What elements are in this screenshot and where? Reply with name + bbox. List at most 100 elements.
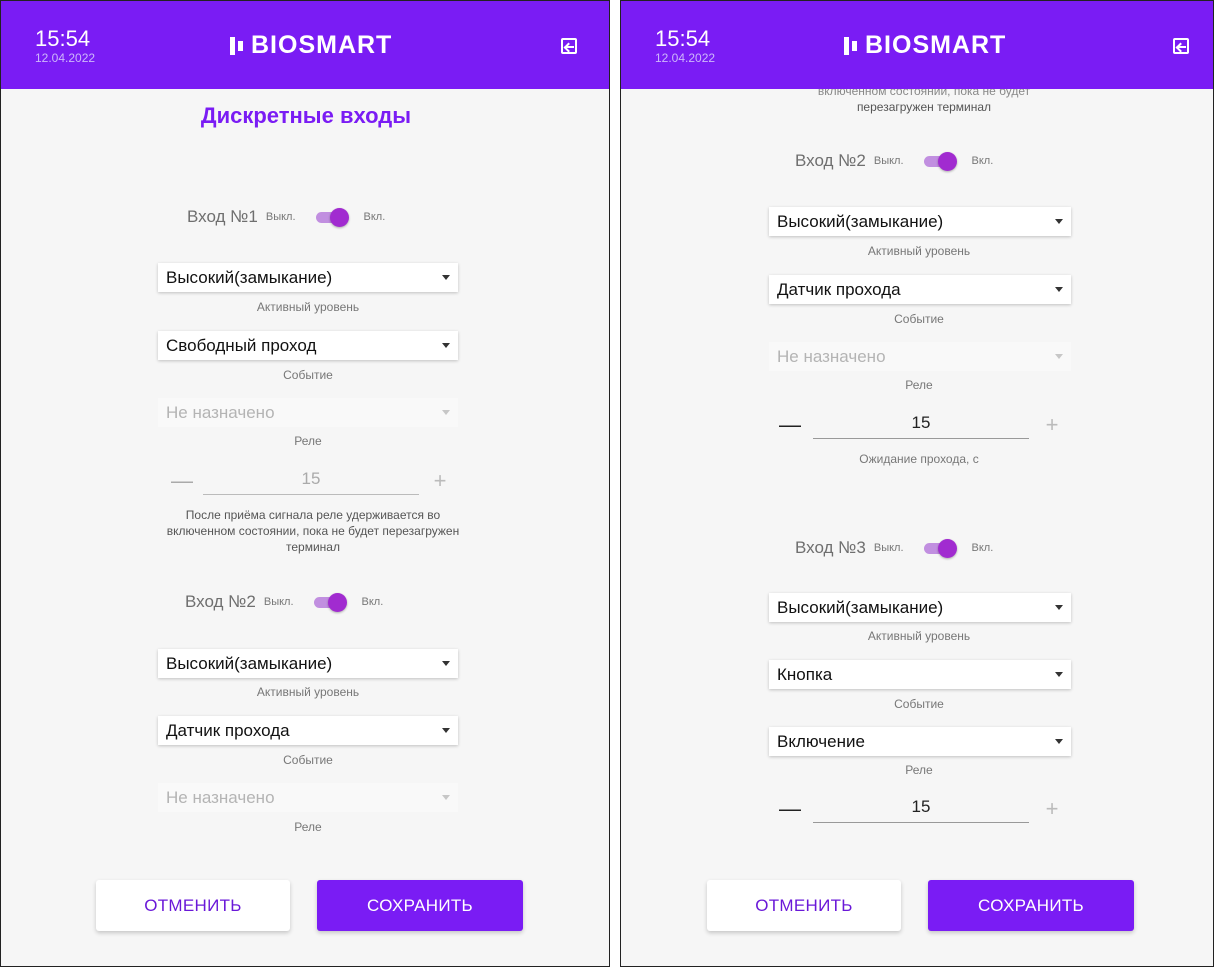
logo-text: BIOSMART bbox=[865, 31, 1007, 59]
input-2-off-label: Выкл. bbox=[873, 155, 904, 167]
input-2-level-caption: Активный уровень bbox=[867, 244, 971, 258]
stepper-minus-button[interactable]: — bbox=[171, 468, 193, 494]
settings-content[interactable]: включенном состоянии, пока не будет пере… bbox=[621, 89, 1213, 949]
input-3-stepper: — 15 + bbox=[779, 795, 1063, 823]
input-2-relay-select[interactable]: Не назначено bbox=[769, 342, 1071, 371]
input-2-event-value: Датчик прохода bbox=[777, 279, 901, 299]
input-2-event-caption: Событие bbox=[894, 312, 944, 326]
input-2-relay-value: Не назначено bbox=[166, 787, 275, 807]
biosmart-logo: BIOSMART bbox=[229, 31, 392, 60]
cancel-button[interactable]: ОТМЕНИТЬ bbox=[707, 880, 901, 931]
stepper-plus-button[interactable]: + bbox=[1041, 412, 1063, 438]
input-2-level-value: Высокий(замыкание) bbox=[166, 653, 333, 673]
screen-right: 15:54 12.04.2022 BIOSMART включенном сос… bbox=[620, 0, 1214, 967]
input-3-label: Вход №3 bbox=[795, 538, 866, 557]
clock: 15:54 12.04.2022 bbox=[35, 26, 96, 66]
page-title: Дискретные входы bbox=[200, 103, 412, 128]
settings-content[interactable]: Дискретные входы Вход №1 Выкл. Вкл. Высо… bbox=[1, 89, 609, 949]
input-2-event-caption: Событие bbox=[283, 753, 333, 767]
stepper-value[interactable]: 15 bbox=[203, 467, 419, 495]
clock-time: 15:54 bbox=[655, 26, 711, 51]
input-2-row: Вход №2 Выкл. Вкл. bbox=[185, 591, 383, 613]
stepper-plus-button[interactable]: + bbox=[1041, 796, 1063, 822]
clock-date: 12.04.2022 bbox=[655, 51, 716, 65]
stepper-minus-button[interactable]: — bbox=[779, 412, 801, 438]
app-header: 15:54 12.04.2022 BIOSMART bbox=[621, 1, 1213, 89]
input-2-label: Вход №2 bbox=[795, 151, 866, 170]
input-2-relay-select[interactable]: Не назначено bbox=[158, 783, 458, 812]
chevron-down-icon bbox=[1055, 354, 1063, 359]
input-3-off-label: Выкл. bbox=[873, 542, 904, 554]
input-3-level-select[interactable]: Высокий(замыкание) bbox=[769, 593, 1071, 622]
input-2-level-caption: Активный уровень bbox=[256, 685, 360, 699]
chevron-down-icon bbox=[442, 275, 450, 280]
input-2-event-value: Датчик прохода bbox=[166, 720, 290, 740]
screen-left: 15:54 12.04.2022 BIOSMART Дискретные вхо… bbox=[0, 0, 610, 967]
input-2-toggle[interactable] bbox=[313, 591, 348, 613]
clock-time: 15:54 bbox=[35, 26, 91, 51]
input-2-toggle[interactable] bbox=[923, 150, 958, 172]
input-3-relay-value: Включение bbox=[777, 731, 865, 751]
input-1-toggle[interactable] bbox=[315, 206, 350, 228]
input-2-relay-caption: Реле bbox=[905, 378, 933, 392]
chevron-down-icon bbox=[1055, 739, 1063, 744]
clock-date: 12.04.2022 bbox=[35, 51, 96, 65]
logo-mark-icon bbox=[843, 35, 861, 57]
input-1-event-caption: Событие bbox=[283, 368, 333, 382]
chevron-down-icon bbox=[442, 661, 450, 666]
input-1-row: Вход №1 Выкл. Вкл. bbox=[187, 206, 385, 228]
input-1-on-label: Вкл. bbox=[363, 211, 386, 223]
input-2-off-label: Выкл. bbox=[263, 596, 294, 608]
input-1-off-label: Выкл. bbox=[265, 211, 296, 223]
input-2-event-select[interactable]: Датчик прохода bbox=[769, 275, 1071, 304]
logo-mark-icon bbox=[229, 35, 247, 57]
input-2-label: Вход №2 bbox=[185, 592, 256, 611]
stepper-value[interactable]: 15 bbox=[813, 411, 1029, 439]
exit-icon[interactable] bbox=[561, 38, 577, 54]
input-1-stepper: — 15 + bbox=[171, 467, 451, 495]
chevron-down-icon bbox=[1055, 605, 1063, 610]
input-1-relay-value: Не назначено bbox=[166, 402, 275, 422]
chevron-down-icon bbox=[442, 795, 450, 800]
input-3-event-caption: Событие bbox=[894, 697, 944, 711]
logo-text: BIOSMART bbox=[251, 31, 393, 59]
stepper-value[interactable]: 15 bbox=[813, 795, 1029, 823]
input-1-level-value: Высокий(замыкание) bbox=[166, 267, 333, 287]
input-2-relay-value: Не назначено bbox=[777, 346, 886, 366]
input-3-on-label: Вкл. bbox=[971, 542, 994, 554]
input-1-level-select[interactable]: Высокий(замыкание) bbox=[158, 263, 458, 292]
input-3-relay-select[interactable]: Включение bbox=[769, 727, 1071, 756]
chevron-down-icon bbox=[442, 728, 450, 733]
input-1-level-caption: Активный уровень bbox=[256, 300, 360, 314]
save-button[interactable]: СОХРАНИТЬ bbox=[928, 880, 1134, 931]
input-2-stepper: — 15 + bbox=[779, 411, 1063, 439]
input-2-level-value: Высокий(замыкание) bbox=[777, 211, 944, 231]
app-header: 15:54 12.04.2022 BIOSMART bbox=[1, 1, 609, 89]
chevron-down-icon bbox=[442, 410, 450, 415]
input-3-relay-caption: Реле bbox=[905, 763, 933, 777]
stepper-plus-button[interactable]: + bbox=[429, 468, 451, 494]
input-2-level-select[interactable]: Высокий(замыкание) bbox=[769, 207, 1071, 236]
input-2-level-select[interactable]: Высокий(замыкание) bbox=[158, 649, 458, 678]
input-1-label: Вход №1 bbox=[187, 207, 258, 226]
input-3-level-caption: Активный уровень bbox=[867, 629, 971, 643]
save-button[interactable]: СОХРАНИТЬ bbox=[317, 880, 523, 931]
cancel-button[interactable]: ОТМЕНИТЬ bbox=[96, 880, 290, 931]
input-1-relay-select[interactable]: Не назначено bbox=[158, 398, 458, 427]
input-2-stepper-caption: Ожидание прохода, с bbox=[859, 452, 979, 466]
stepper-minus-button[interactable]: — bbox=[779, 796, 801, 822]
chevron-down-icon bbox=[1055, 672, 1063, 677]
chevron-down-icon bbox=[1055, 219, 1063, 224]
input-3-row: Вход №3 Выкл. Вкл. bbox=[795, 537, 993, 559]
biosmart-logo: BIOSMART bbox=[843, 31, 1006, 60]
input-3-event-select[interactable]: Кнопка bbox=[769, 660, 1071, 689]
input-2-row: Вход №2 Выкл. Вкл. bbox=[795, 150, 993, 172]
input-2-event-select[interactable]: Датчик прохода bbox=[158, 716, 458, 745]
input-3-event-value: Кнопка bbox=[777, 664, 833, 684]
exit-icon[interactable] bbox=[1173, 38, 1189, 54]
relay-note-tail-line1: включенном состоянии, пока не будет bbox=[817, 89, 1031, 98]
input-1-relay-caption: Реле bbox=[294, 434, 322, 448]
input-1-event-select[interactable]: Свободный проход bbox=[158, 331, 458, 360]
input-3-level-value: Высокий(замыкание) bbox=[777, 597, 944, 617]
input-3-toggle[interactable] bbox=[923, 537, 958, 559]
